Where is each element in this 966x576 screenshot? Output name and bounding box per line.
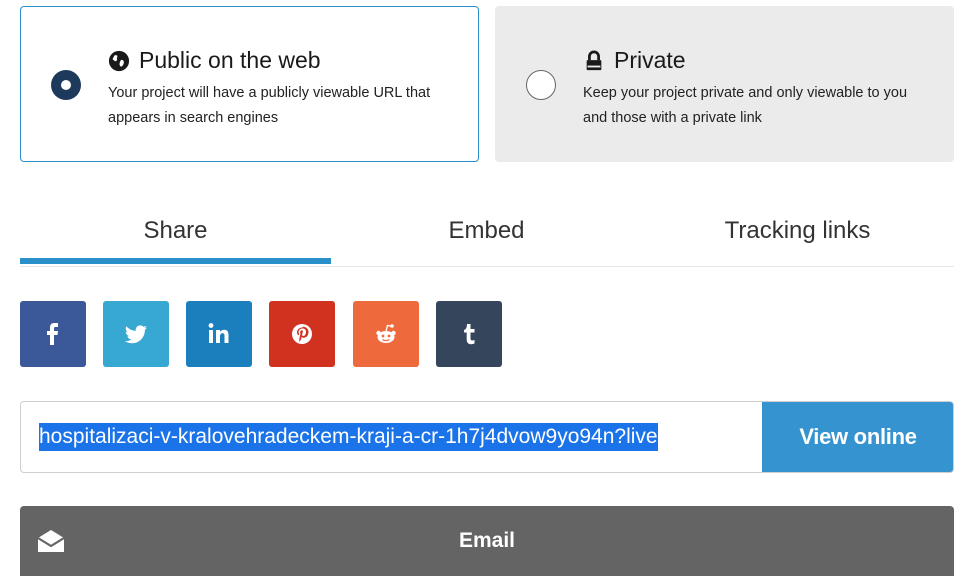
visibility-option-private[interactable]: Private Keep your project private and on… (495, 6, 954, 162)
tumblr-icon (464, 324, 475, 345)
share-url-selected-text: hospitalizaci-v-kralovehradeckem-kraji-a… (39, 422, 658, 451)
tab-tracking-links[interactable]: Tracking links (642, 198, 953, 264)
globe-icon (108, 50, 130, 71)
tab-share-label: Share (143, 217, 208, 244)
active-tab-indicator (20, 258, 331, 264)
pinterest-icon (292, 324, 312, 344)
visibility-option-public[interactable]: Public on the web Your project will have… (20, 6, 479, 162)
tab-embed[interactable]: Embed (331, 198, 642, 264)
reddit-share-button[interactable] (353, 301, 419, 367)
tab-embed-label: Embed (448, 217, 525, 244)
public-title: Public on the web (139, 47, 321, 73)
public-radio-button[interactable] (51, 70, 81, 100)
public-title-row: Public on the web (108, 47, 321, 74)
tab-share[interactable]: Share (20, 198, 331, 264)
email-button[interactable]: Email (20, 506, 954, 576)
private-title-row: Private (583, 47, 686, 74)
private-radio-button[interactable] (526, 70, 556, 100)
envelope-open-icon (37, 530, 65, 552)
public-description: Your project will have a publicly viewab… (108, 85, 431, 126)
linkedin-icon (208, 323, 229, 343)
view-online-button[interactable]: View online (762, 402, 953, 472)
share-url-input[interactable]: hospitalizaci-v-kralovehradeckem-kraji-a… (21, 402, 762, 471)
twitter-share-button[interactable] (103, 301, 169, 367)
share-tabs: Share Embed Tracking links (20, 198, 954, 267)
linkedin-share-button[interactable] (186, 301, 252, 367)
share-url-group: hospitalizaci-v-kralovehradeckem-kraji-a… (20, 401, 954, 473)
lock-icon (586, 50, 602, 70)
facebook-share-button[interactable] (20, 301, 86, 367)
tumblr-share-button[interactable] (436, 301, 502, 367)
private-title: Private (614, 47, 686, 73)
twitter-icon (124, 325, 147, 344)
email-label: Email (458, 529, 516, 552)
tab-tracking-links-label: Tracking links (724, 217, 871, 244)
facebook-icon (47, 323, 58, 345)
pinterest-share-button[interactable] (269, 301, 335, 367)
reddit-icon (376, 324, 396, 343)
private-description: Keep your project private and only viewa… (583, 85, 908, 126)
